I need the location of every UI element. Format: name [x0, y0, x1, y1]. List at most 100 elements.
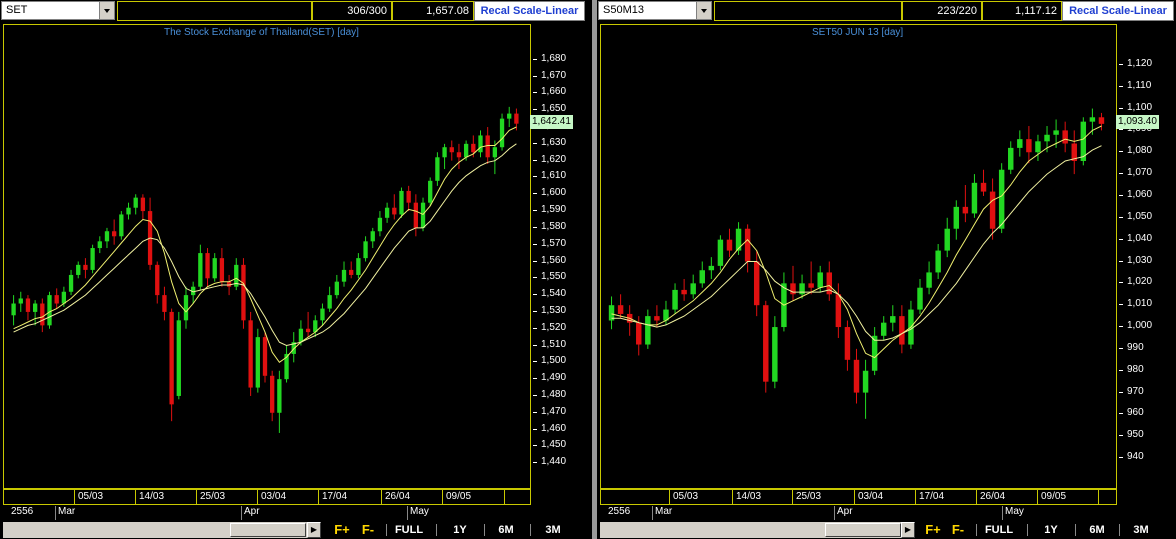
y-tick-mark: [533, 294, 537, 296]
y-tick-label: 1,580: [541, 220, 567, 232]
y-tick-mark: [1119, 107, 1123, 109]
candle-body: [699, 270, 705, 284]
y-tick-mark: [1119, 391, 1123, 393]
candlestick-chart: [608, 108, 1105, 419]
candle-up: [935, 244, 941, 279]
range-1y-button[interactable]: 1Y: [444, 522, 476, 538]
symbol-value: SET: [6, 4, 28, 16]
y-tick-mark: [533, 310, 537, 312]
scroll-thumb[interactable]: [825, 523, 901, 537]
candle-body: [953, 206, 960, 229]
zoom-out-button[interactable]: F-: [948, 522, 968, 538]
y-tick-label: 1,590: [541, 204, 567, 216]
range-3m-button[interactable]: 3M: [537, 522, 569, 538]
candle-body: [636, 322, 642, 345]
candle-body: [717, 239, 724, 266]
candle-down: [1071, 130, 1077, 175]
candle-up: [68, 269, 74, 296]
candle-down: [1062, 121, 1068, 153]
candle-body: [384, 207, 390, 218]
y-tick-mark: [1119, 216, 1123, 218]
month-label: Apr: [837, 506, 853, 517]
candle-up: [672, 283, 678, 314]
candle-up: [1035, 134, 1041, 161]
candle-body: [917, 287, 923, 310]
full-range-button[interactable]: FULL: [982, 522, 1016, 538]
zoom-out-button[interactable]: F-: [358, 522, 378, 538]
range-3m-button[interactable]: 3M: [1125, 522, 1157, 538]
chart-plot-area[interactable]: The Stock Exchange of Thailand(SET) [day…: [3, 24, 531, 489]
scroll-thumb[interactable]: [230, 523, 306, 537]
candle-down: [790, 265, 796, 301]
y-tick-label: 1,560: [541, 254, 567, 266]
y-tick-label: 980: [1127, 363, 1144, 375]
candle-body: [926, 272, 932, 288]
candle-down: [406, 185, 411, 212]
recal-scale-button[interactable]: Recal Scale-Linear: [1062, 1, 1174, 21]
candle-down: [270, 370, 275, 422]
candle-down: [241, 258, 246, 329]
scroll-right-icon[interactable]: ▶: [901, 522, 915, 538]
y-tick-label: 1,550: [541, 271, 567, 283]
y-tick-label: 1,680: [541, 52, 567, 64]
y-tick-mark: [533, 344, 537, 346]
candle-up: [133, 194, 138, 215]
candle-up: [104, 227, 110, 249]
candle-body: [104, 231, 110, 242]
zoom-in-button[interactable]: F+: [331, 522, 353, 538]
candle-up: [11, 295, 16, 326]
full-range-button[interactable]: FULL: [392, 522, 426, 538]
candle-up: [341, 261, 347, 287]
candle-body: [617, 305, 624, 314]
chart-plot-area[interactable]: SET50 JUN 13 [day]: [600, 24, 1117, 489]
candle-up: [608, 296, 615, 330]
y-tick-label: 1,470: [541, 405, 567, 417]
candle-body: [463, 143, 469, 158]
candle-body: [708, 265, 715, 271]
candle-body: [392, 207, 397, 215]
chevron-down-icon[interactable]: [99, 2, 114, 19]
y-tick-mark: [533, 142, 537, 144]
candle-down: [349, 261, 354, 279]
y-tick-label: 1,530: [541, 304, 567, 316]
candle-body: [944, 228, 950, 251]
candle-body: [133, 197, 138, 208]
range-6m-button[interactable]: 6M: [1081, 522, 1113, 538]
y-tick-mark: [533, 445, 537, 447]
candle-down: [753, 250, 760, 317]
candle-body: [212, 258, 217, 279]
horizontal-scrollbar[interactable]: ▶: [600, 522, 915, 538]
horizontal-scrollbar[interactable]: ▶: [3, 522, 321, 538]
candle-body: [83, 264, 88, 270]
date-label: 17/04: [322, 491, 348, 502]
last-price: 1,657.08: [392, 1, 474, 21]
candle-body: [1044, 134, 1050, 142]
month-label: May: [1005, 506, 1024, 517]
recal-scale-button[interactable]: Recal Scale-Linear: [474, 1, 585, 21]
candle-down: [305, 311, 311, 338]
chevron-down-icon[interactable]: [696, 2, 711, 19]
zoom-in-button[interactable]: F+: [922, 522, 944, 538]
candle-up: [334, 274, 339, 299]
range-6m-button[interactable]: 6M: [490, 522, 522, 538]
candle-body: [962, 206, 969, 214]
candle-down: [989, 178, 996, 240]
info-field: [714, 1, 902, 21]
y-tick-label: 1,660: [541, 86, 567, 98]
range-1y-button[interactable]: 1Y: [1035, 522, 1067, 538]
symbol-select[interactable]: SET: [1, 1, 115, 20]
symbol-select[interactable]: S50M13: [598, 1, 712, 20]
y-tick-label: 940: [1127, 451, 1144, 463]
y-tick-mark: [533, 411, 537, 413]
candle-body: [54, 295, 59, 304]
year-label: 2556: [608, 506, 631, 517]
candle-body: [435, 157, 440, 181]
candle-body: [456, 152, 462, 158]
candle-body: [808, 283, 814, 288]
candle-body: [349, 269, 354, 275]
candle-up: [234, 258, 239, 291]
y-tick-mark: [533, 109, 537, 111]
y-tick-mark: [1119, 85, 1123, 87]
scroll-right-icon[interactable]: ▶: [307, 522, 321, 538]
candle-body: [155, 264, 160, 296]
